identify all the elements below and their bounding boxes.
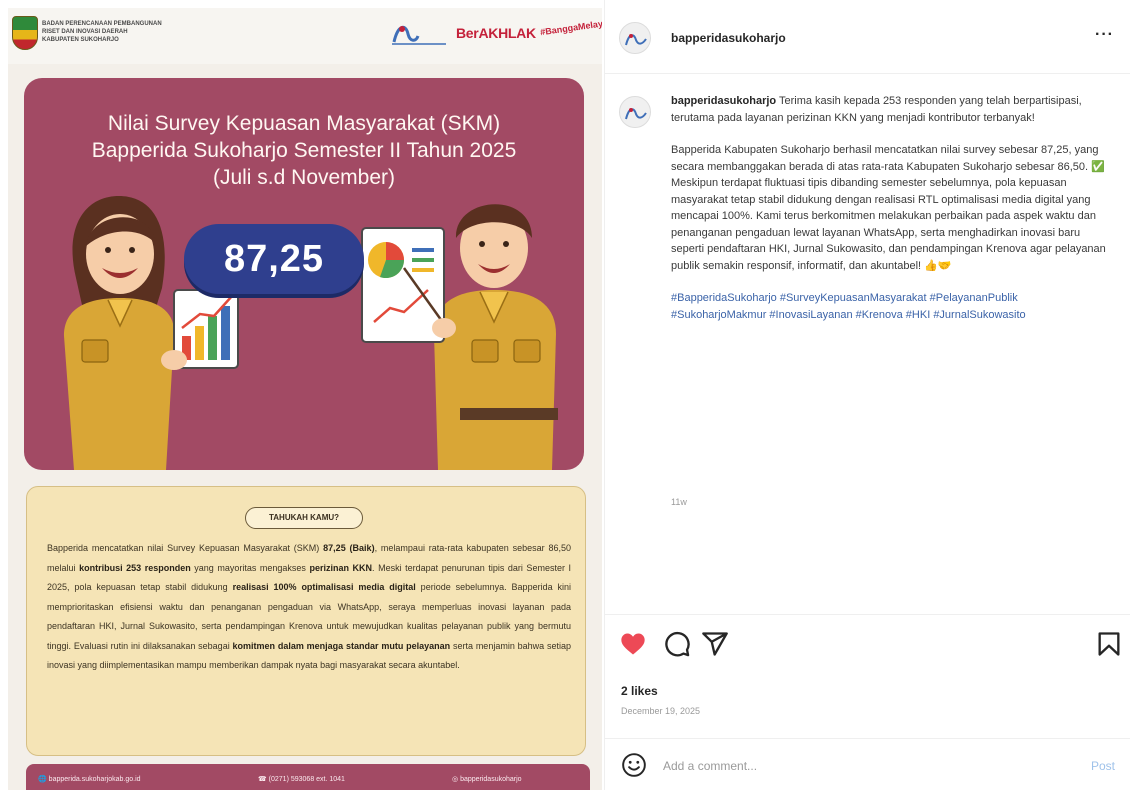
comment-icon[interactable] — [663, 630, 691, 658]
divider — [605, 738, 1130, 739]
post-date: December 19, 2025 — [621, 706, 701, 716]
share-icon[interactable] — [701, 630, 729, 658]
profile-avatar[interactable] — [619, 22, 651, 54]
man-illustration — [361, 204, 558, 470]
footer-instagram-text: bapperidasukoharjo — [460, 776, 522, 783]
bangga-melayani-logo: #BanggaMelayani — [539, 16, 602, 38]
wave-logo-icon — [625, 34, 647, 46]
heart-icon[interactable] — [619, 630, 647, 658]
bookmark-icon[interactable] — [1095, 630, 1123, 658]
agency-line: KABUPATEN SUKOHARJO — [42, 37, 119, 43]
info-text: yang mayoritas mengakses — [190, 562, 310, 573]
info-highlight: kontribusi 253 responden — [79, 562, 191, 573]
info-body-text: Bapperida mencatatkan nilai Survey Kepua… — [47, 539, 571, 676]
more-options-icon[interactable]: ··· — [1095, 26, 1114, 44]
caption-paragraph: bapperidasukoharjo Terima kasih kepada 2… — [671, 93, 1111, 126]
caption-hashtags[interactable]: #BapperidaSukoharjo #SurveyKepuasanMasya… — [671, 290, 1111, 323]
agency-line: RISET DAN INOVASI DAERAH — [42, 29, 128, 35]
skm-score-badge: 87,25 — [184, 224, 364, 294]
divider — [605, 73, 1130, 74]
caption-time: 11w — [671, 497, 687, 507]
skm-result-card: Nilai Survey Kepuasan Masyarakat (SKM) B… — [24, 78, 584, 470]
emoji-icon[interactable] — [621, 752, 647, 778]
tahukah-kamu-label: TAHUKAH KAMU? — [245, 507, 363, 529]
post-panel: bapperidasukoharjo ··· bapperidasukoharj… — [604, 0, 1130, 790]
footer-website: 🌐 bapperida.sukoharjokab.go.id — [38, 776, 141, 783]
post-caption: bapperidasukoharjo Terima kasih kepada 2… — [671, 93, 1111, 339]
info-highlight: realisasi 100% optimalisasi media digita… — [232, 582, 416, 592]
info-highlight: komitmen dalam menjaga standar mutu pela… — [232, 640, 451, 651]
agency-name: BADAN PERENCANAAN PEMBANGUNAN RISET DAN … — [42, 20, 162, 44]
info-highlight: 87,25 (Baik) — [323, 543, 375, 553]
wave-logo-icon — [392, 25, 446, 45]
comment-input[interactable] — [663, 756, 1063, 776]
info-highlight: perizinan KKN — [309, 562, 373, 573]
footer-instagram: ◎ bapperidasukoharjo — [452, 776, 522, 783]
footer-phone: ☎ (0271) 593068 ext. 1041 — [258, 776, 345, 783]
info-card: TAHUKAH KAMU? Bapperida mencatatkan nila… — [26, 486, 586, 756]
sukoharjo-crest-logo — [12, 16, 38, 50]
image-header: BADAN PERENCANAAN PEMBANGUNAN RISET DAN … — [8, 8, 602, 64]
post-comment-button[interactable]: Post — [1091, 759, 1115, 773]
post-username[interactable]: bapperidasukoharjo — [671, 31, 786, 45]
post-image[interactable]: BADAN PERENCANAAN PEMBANGUNAN RISET DAN … — [8, 8, 602, 790]
footer-phone-text: (0271) 593068 ext. 1041 — [268, 776, 345, 783]
caption-avatar[interactable] — [619, 96, 651, 128]
wave-logo-icon — [625, 108, 647, 120]
image-footer-bar: 🌐 bapperida.sukoharjokab.go.id ☎ (0271) … — [26, 764, 590, 790]
divider — [605, 614, 1130, 615]
caption-paragraph: Bapperida Kabupaten Sukoharjo berhasil m… — [671, 144, 1106, 272]
footer-website-text: bapperida.sukoharjokab.go.id — [48, 776, 141, 783]
caption-username[interactable]: bapperidasukoharjo — [671, 95, 776, 107]
berakhlak-logo: BerAKHLAK — [456, 25, 536, 41]
likes-count[interactable]: 2 likes — [621, 684, 658, 698]
info-text: Bapperida mencatatkan nilai Survey Kepua… — [47, 543, 324, 553]
agency-line: BADAN PERENCANAAN PEMBANGUNAN — [42, 21, 162, 27]
